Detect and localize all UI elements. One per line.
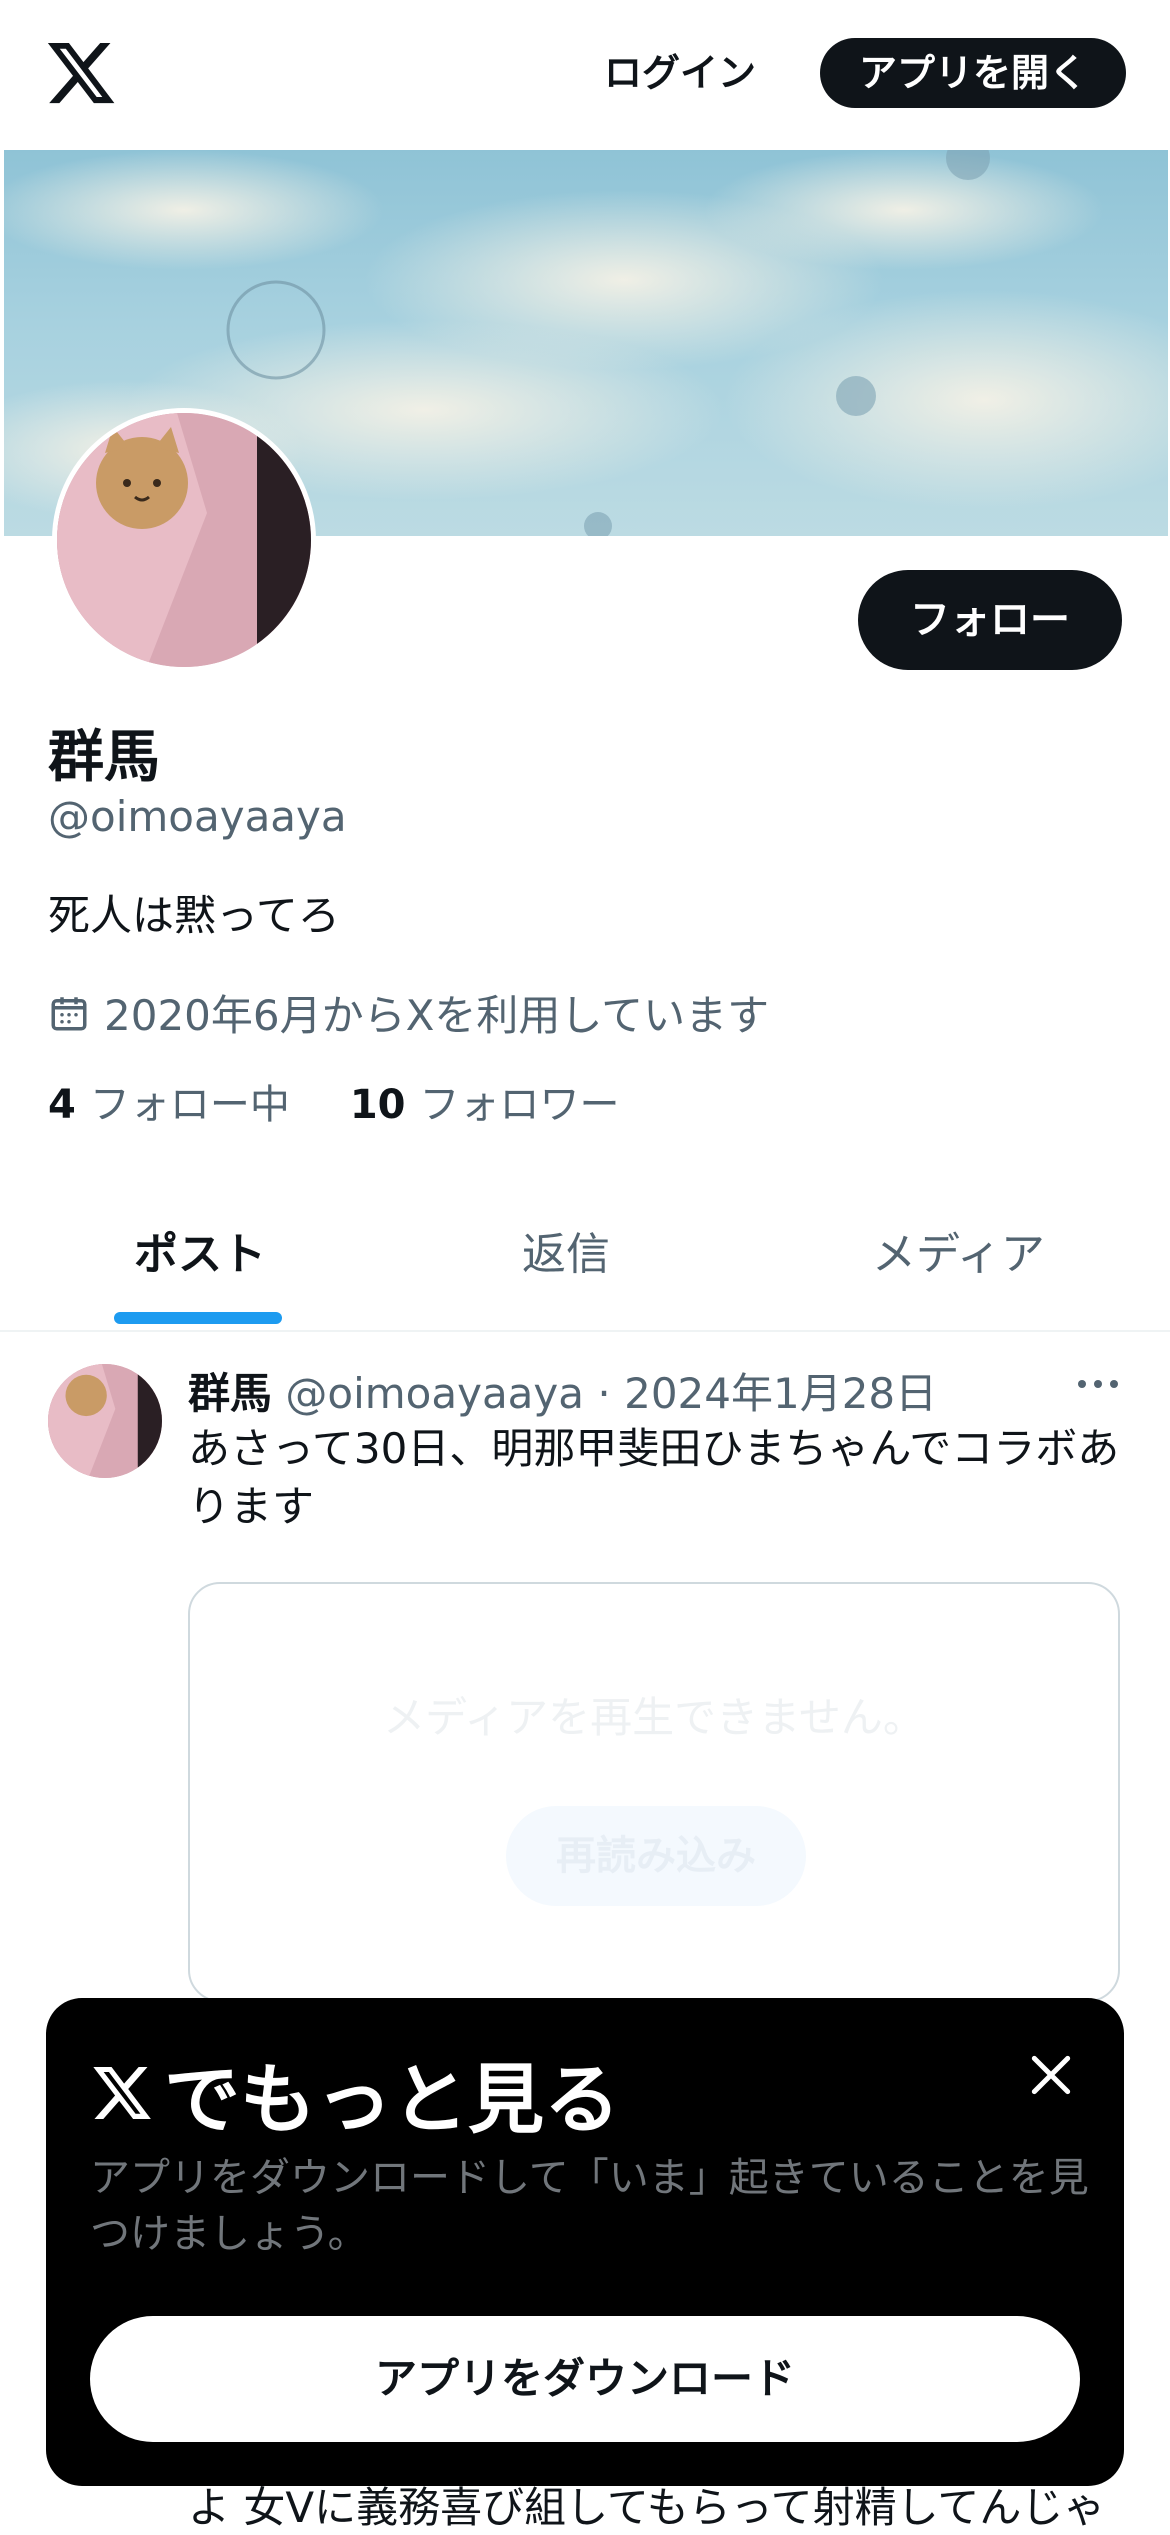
top-bar: ログイン アプリを開く (0, 0, 1170, 150)
following-label: フォロー中 (89, 1082, 290, 1128)
download-app-button[interactable]: アプリをダウンロード (90, 2316, 1080, 2442)
login-button[interactable]: ログイン (590, 38, 770, 108)
followers-link[interactable]: 10 フォロワー (350, 1072, 620, 1130)
profile-display-name: 群馬 (48, 725, 160, 790)
calendar-icon (51, 996, 87, 1030)
following-link[interactable]: 4 フォロー中 (48, 1072, 290, 1130)
profile-bio: 死人は黙ってろ (48, 891, 340, 940)
promo-title: でもっと見る (90, 2038, 620, 2148)
close-icon[interactable] (1026, 2050, 1076, 2100)
avatar-image (57, 413, 311, 667)
join-date-text: 2020年6月からXを利用しています (104, 991, 770, 1040)
follow-counts: 4 フォロー中 10 フォロワー (48, 1072, 680, 1130)
tab-replies[interactable]: 返信 (522, 1218, 610, 1282)
more-options-icon[interactable] (1074, 1372, 1122, 1396)
tab-posts[interactable]: ポスト (134, 1218, 266, 1282)
media-reload-button[interactable]: 再読み込み (506, 1806, 806, 1906)
followers-count: 10 (349, 1082, 406, 1128)
post-avatar[interactable] (48, 1364, 162, 1478)
media-error-message: メディアを再生できません。 (383, 1693, 925, 1742)
post-media[interactable]: メディアを再生できません。 再読み込み (188, 1582, 1120, 2002)
follow-button[interactable]: フォロー (858, 570, 1122, 670)
post-avatar-image (48, 1364, 162, 1478)
post-author-handle[interactable]: @oimoayaaya (285, 1369, 584, 1418)
post-date[interactable]: 2024年1月28日 (624, 1369, 937, 1418)
profile-avatar[interactable] (52, 408, 316, 672)
post-author-name[interactable]: 群馬 (188, 1369, 272, 1418)
tab-media[interactable]: メディア (872, 1218, 1045, 1282)
profile-tabs: ポスト 返信 メディア (0, 1180, 1170, 1332)
open-app-button[interactable]: アプリを開く (820, 38, 1126, 108)
active-tab-indicator (114, 1312, 282, 1324)
join-date: 2020年6月からXを利用しています (48, 982, 769, 1043)
profile-handle: @oimoayaaya (48, 792, 347, 841)
app-promo-sheet: でもっと見る アプリをダウンロードして「いま」起きていることを見つけましょう。 … (46, 1998, 1124, 2486)
promo-subtitle: アプリをダウンロードして「いま」起きていることを見つけましょう。 (90, 2155, 1089, 2257)
x-logo-icon[interactable] (44, 36, 118, 110)
followers-label: フォロワー (419, 1082, 620, 1128)
post-text: あさって30日、明那甲斐田ひまちゃんでコラボあります (188, 1424, 1120, 1531)
post-header: 群馬 @oimoayaaya · 2024年1月28日 (188, 1360, 937, 1421)
post-separator: · (597, 1369, 611, 1418)
x-logo-icon (93, 2067, 151, 2119)
following-count: 4 (48, 1082, 76, 1128)
promo-title-text: でもっと見る (164, 2055, 620, 2144)
